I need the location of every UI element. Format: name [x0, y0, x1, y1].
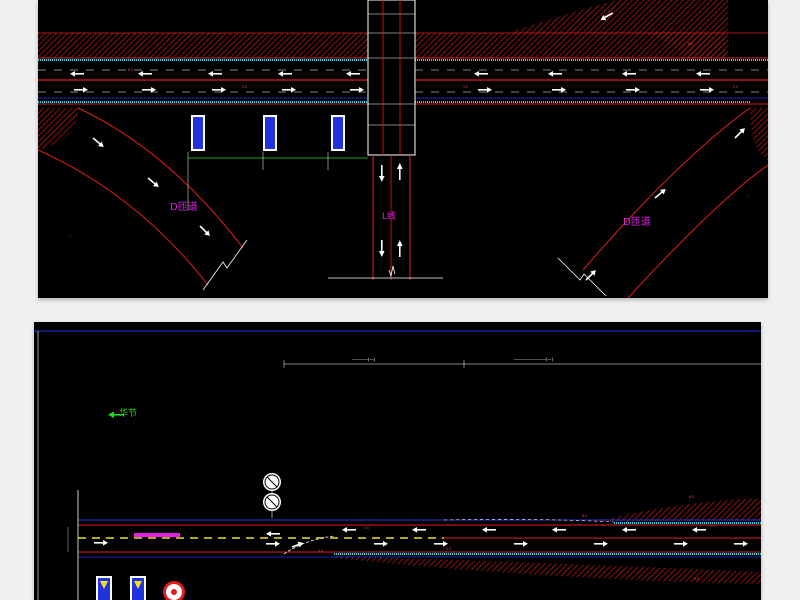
guide-sign: [331, 115, 345, 151]
direction-label: 华节: [119, 409, 138, 419]
bottom-road-plan: [34, 330, 761, 600]
marker: 5.5: [364, 526, 370, 530]
marker: 8.5: [128, 68, 134, 72]
marker: 8.5: [582, 514, 588, 518]
arrow-right-icon: [734, 541, 748, 547]
break-mark: [388, 265, 396, 278]
l-line-label: L线: [382, 212, 397, 222]
guide-sign: [191, 115, 205, 151]
arrow-left-icon: [138, 71, 152, 77]
arrow-left-icon: [692, 527, 706, 533]
arrow-ramp-icon: [92, 137, 104, 147]
arrow-left-icon: [622, 527, 636, 533]
arrow-right-icon: [514, 541, 528, 547]
dimension-label: —: [746, 195, 750, 199]
arrow-right-icon: [374, 541, 388, 547]
gore-hatch-left: [38, 108, 78, 150]
arrow-up-icon: [397, 240, 403, 257]
arrow-left-icon: [278, 71, 292, 77]
ramp-left-edge: [77, 107, 244, 249]
arrow-left-icon: [70, 71, 84, 77]
guide-sign: [263, 115, 277, 151]
median-hatch-left: [38, 33, 368, 58]
arrow-left-icon: [552, 527, 566, 533]
arrow-left-icon: [696, 71, 710, 77]
yield-sign: [96, 576, 112, 600]
arrow-up-icon: [397, 163, 403, 180]
ramp-left-label: D匝道: [170, 202, 198, 213]
ramp-hatch-top: [508, 0, 728, 33]
arrow-left-icon: [622, 71, 636, 77]
magenta-marking: [134, 533, 180, 537]
ramp-hatch: [594, 498, 761, 522]
ramp-right-edge: [627, 164, 768, 298]
break-mark: [557, 257, 607, 297]
marker: 8.5: [688, 42, 694, 46]
dimension-label: ————(—): [352, 357, 376, 362]
arrow-ramp-icon: [199, 225, 210, 236]
top-drawing-panel: D匝道 D匝道 L线 8.5 5.5 5.5 8.5 5.5 — — — —: [38, 0, 768, 298]
ramp-right-label: D匝道: [623, 217, 651, 228]
bridge-structure: [367, 0, 416, 156]
arrow-left-icon: [474, 71, 488, 77]
arrow-ramp-icon: [585, 270, 596, 281]
break-mark: [202, 239, 248, 291]
marker: 5.5: [446, 547, 452, 551]
marker: 5.5: [733, 85, 739, 89]
merge-line: [283, 535, 335, 555]
arrow-down-icon: [379, 240, 385, 257]
arrow-ramp-icon: [654, 189, 666, 199]
arrow-right-icon: [434, 541, 448, 547]
marker: 5.5: [710, 524, 716, 528]
dimension-label: ————————(—): [514, 357, 554, 362]
marker: 5.5: [463, 85, 469, 89]
arrow-left-icon: [266, 531, 280, 537]
arrow-left-icon: [548, 71, 562, 77]
arrow-right-icon: [674, 541, 688, 547]
dimension-label: —: [68, 235, 72, 239]
arrow-left-icon: [412, 527, 426, 533]
arrow-right-icon: [266, 541, 280, 547]
dimension-label: —: [183, 175, 187, 179]
arrow-right-icon: [594, 541, 608, 547]
no-entry-sign: [163, 581, 185, 600]
marker: 5.5: [318, 549, 324, 553]
dimension-label: —: [326, 165, 330, 169]
top-road-plan: [38, 0, 768, 298]
marker: 5.5: [242, 85, 248, 89]
ramp-right-edge: [582, 107, 751, 271]
gore-hatch-right: [750, 108, 768, 160]
arrow-left-icon: [346, 71, 360, 77]
marker: 5.5: [694, 577, 700, 581]
ramp-left-edge: [38, 149, 209, 286]
arrow-left-icon: [208, 71, 222, 77]
yield-sign: [130, 576, 146, 600]
marker: 8.5: [689, 495, 695, 499]
no-pedestrian-sign: [263, 493, 281, 511]
arrow-left-icon: [482, 527, 496, 533]
arrow-down-icon: [379, 165, 385, 182]
arrow-ramp-icon: [734, 128, 745, 139]
arrow-right-icon: [94, 540, 108, 546]
arrow-left-icon: [342, 527, 356, 533]
bottom-drawing-panel: 华节 ————(—) ————————(—) 8.5 5.5 5.5 5.5 8…: [34, 322, 761, 600]
arrow-ramp-icon: [147, 177, 159, 187]
